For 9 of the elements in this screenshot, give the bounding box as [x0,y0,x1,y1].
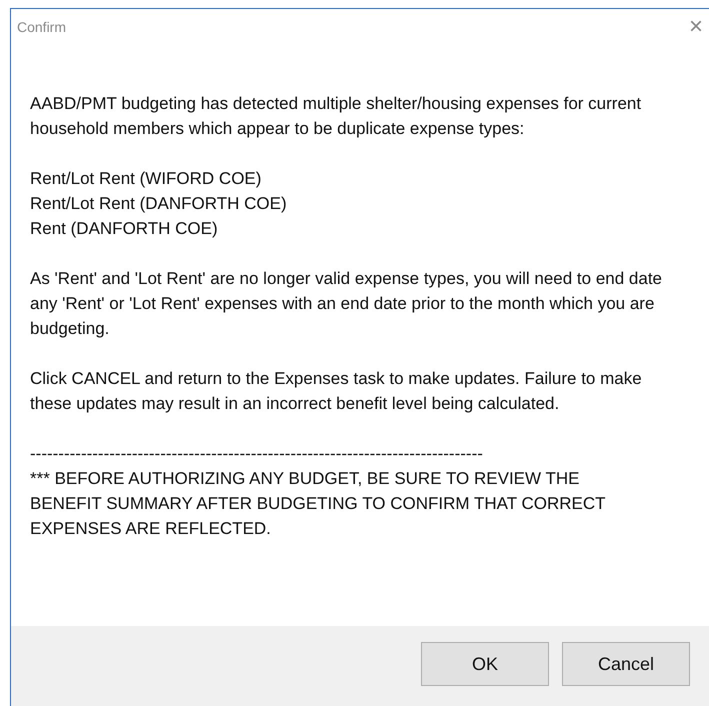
cancel-button[interactable]: Cancel [562,642,690,686]
message-text: As 'Rent' and 'Lot Rent' are no longer valid expense types, you will need to end date any 'Rent' or 'Lot Rent' expenses with an end date prior to the month which you are budgeting. [30,268,663,340]
separator-line: -------------------------------------------------------------------------------- [30,443,484,465]
window-title: Confirm [17,19,66,35]
message-text: AABD/PMT budgeting has detected multiple shelter/housing expenses for current household members which appear to be duplicate expense types: [30,93,642,140]
message-text: Rent/Lot Rent (WIFORD COE) Rent/Lot Rent (DANFORTH COE) Rent (DANFORTH COE) [30,168,288,240]
warning-text: *** BEFORE AUTHORIZING ANY BUDGET, BE SURE TO REVIEW THE BENEFIT SUMMARY AFTER BUDGETING TO CONFIRM THAT CORRECT EXPENSES ARE REFLECTED. [30,468,606,540]
message-text: Click CANCEL and return to the Expenses task to make updates. Failure to make these updates may result in an incorrect benefit level being calculated. [30,368,643,415]
ok-button[interactable]: OK [421,642,549,686]
